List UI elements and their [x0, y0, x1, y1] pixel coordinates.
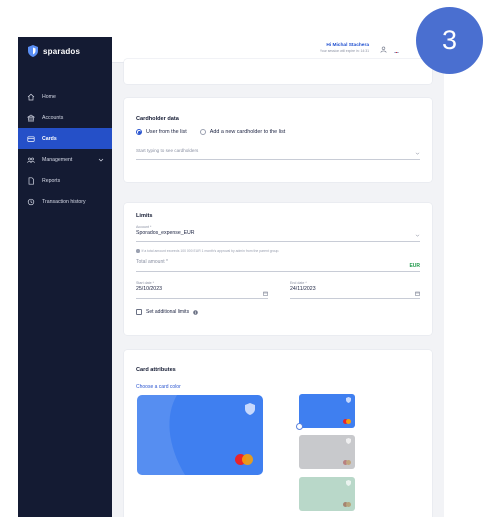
- sidebar-item-label: Cards: [42, 135, 57, 142]
- search-placeholder: Start typing to see cardholders: [136, 148, 199, 153]
- calendar-icon[interactable]: [263, 291, 268, 296]
- shield-logo-icon: [28, 45, 38, 57]
- total-amount-field[interactable]: Total amount * EUR: [136, 259, 420, 272]
- sidebar: sparados Home Accounts Cards Management: [18, 37, 112, 517]
- sidebar-item-transaction-history[interactable]: Transaction history: [18, 191, 112, 212]
- field-value: 25/10/2023: [136, 286, 162, 292]
- mastercard-icon: [235, 454, 253, 465]
- users-icon: [27, 157, 35, 163]
- sidebar-item-accounts[interactable]: Accounts: [18, 107, 112, 128]
- section-subtitle: Choose a card color: [136, 384, 181, 390]
- shield-logo-icon: [346, 438, 351, 444]
- shield-logo-icon: [346, 397, 351, 403]
- additional-limits-row: Set additional limits: [136, 309, 198, 315]
- currency-label: EUR: [409, 263, 420, 269]
- sidebar-item-cards[interactable]: Cards: [18, 128, 112, 149]
- chevron-down-icon: [415, 152, 420, 155]
- step-badge: 3: [416, 7, 483, 74]
- mastercard-icon: [343, 419, 351, 424]
- chevron-down-icon: [415, 234, 420, 237]
- hint-text: If a total amount exceeds 100 000 EUR 1 …: [141, 249, 280, 253]
- section-title: Limits: [136, 213, 153, 219]
- sidebar-item-management[interactable]: Management: [18, 149, 112, 170]
- section-title: Cardholder data: [136, 116, 179, 122]
- additional-limits-checkbox[interactable]: [136, 309, 142, 315]
- sidebar-item-home[interactable]: Home: [18, 86, 112, 107]
- card-color-option[interactable]: [299, 477, 355, 511]
- sidebar-item-label: Home: [42, 93, 56, 100]
- card-icon: [27, 135, 35, 142]
- limits-section: Limits Account * Sporados_expense_EUR If…: [124, 203, 432, 335]
- cardholder-search-field[interactable]: Start typing to see cardholders: [136, 148, 420, 160]
- field-label: Start date *: [136, 281, 154, 285]
- sidebar-nav: Home Accounts Cards Management Reports T…: [18, 86, 112, 212]
- end-date-field[interactable]: End date * 24/11/2023: [290, 281, 420, 299]
- sidebar-item-label: Reports: [42, 177, 61, 184]
- brand-logo[interactable]: sparados: [28, 45, 80, 57]
- bank-icon: [27, 114, 35, 121]
- home-icon: [27, 93, 35, 100]
- chevron-down-icon: [98, 158, 104, 161]
- cardholder-section: Cardholder data User from the list Add a…: [124, 98, 432, 182]
- info-icon: [136, 249, 140, 253]
- field-value: 24/11/2023: [290, 286, 316, 292]
- sidebar-item-label: Accounts: [42, 114, 64, 121]
- sidebar-item-label: Management: [42, 156, 73, 163]
- user-greeting: Hi Michal Stachera Your session will exp…: [320, 43, 369, 53]
- previous-section-card: [124, 59, 432, 84]
- limit-hint: If a total amount exceeds 100 000 EUR 1 …: [136, 249, 279, 253]
- selected-check-icon: [296, 423, 303, 430]
- sidebar-item-label: Transaction history: [42, 198, 86, 205]
- mastercard-icon: [343, 460, 351, 465]
- radio-add-new-cardholder[interactable]: [199, 129, 206, 135]
- card-attributes-section: Card attributes Choose a card color: [124, 350, 432, 517]
- document-icon: [28, 176, 34, 185]
- user-icon[interactable]: [380, 46, 387, 53]
- info-icon[interactable]: [193, 309, 198, 315]
- field-label: End date *: [290, 281, 307, 285]
- greeting-text: Hi Michal Stachera: [326, 43, 369, 48]
- radio-label: Add a new cardholder to the list: [209, 129, 286, 135]
- card-color-option[interactable]: [299, 394, 355, 428]
- total-placeholder: Total amount *: [136, 259, 168, 265]
- history-icon: [27, 198, 35, 205]
- mastercard-icon: [343, 502, 351, 507]
- section-title: Card attributes: [136, 367, 176, 373]
- sidebar-item-reports[interactable]: Reports: [18, 170, 112, 191]
- calendar-icon[interactable]: [415, 291, 420, 296]
- checkbox-label: Set additional limits: [146, 309, 190, 315]
- card-preview: [137, 395, 263, 475]
- cardholder-options: User from the list Add a new cardholder …: [136, 129, 285, 135]
- card-color-option[interactable]: [299, 435, 355, 469]
- flag-icon[interactable]: [393, 46, 400, 53]
- app-window: sparados Home Accounts Cards Management: [18, 37, 444, 517]
- session-timer: Your session will expire in: 14:31: [319, 49, 369, 53]
- start-date-field[interactable]: Start date * 25/10/2023: [136, 281, 268, 299]
- field-label: Account *: [136, 225, 152, 229]
- brand-name: sparados: [43, 46, 81, 56]
- shield-logo-icon: [346, 480, 351, 486]
- radio-label: User from the list: [146, 129, 187, 135]
- shield-logo-icon: [245, 403, 255, 415]
- field-value: Sporados_expense_EUR: [136, 230, 195, 236]
- radio-user-from-list[interactable]: [136, 129, 142, 135]
- account-select[interactable]: Account * Sporados_expense_EUR: [136, 225, 420, 242]
